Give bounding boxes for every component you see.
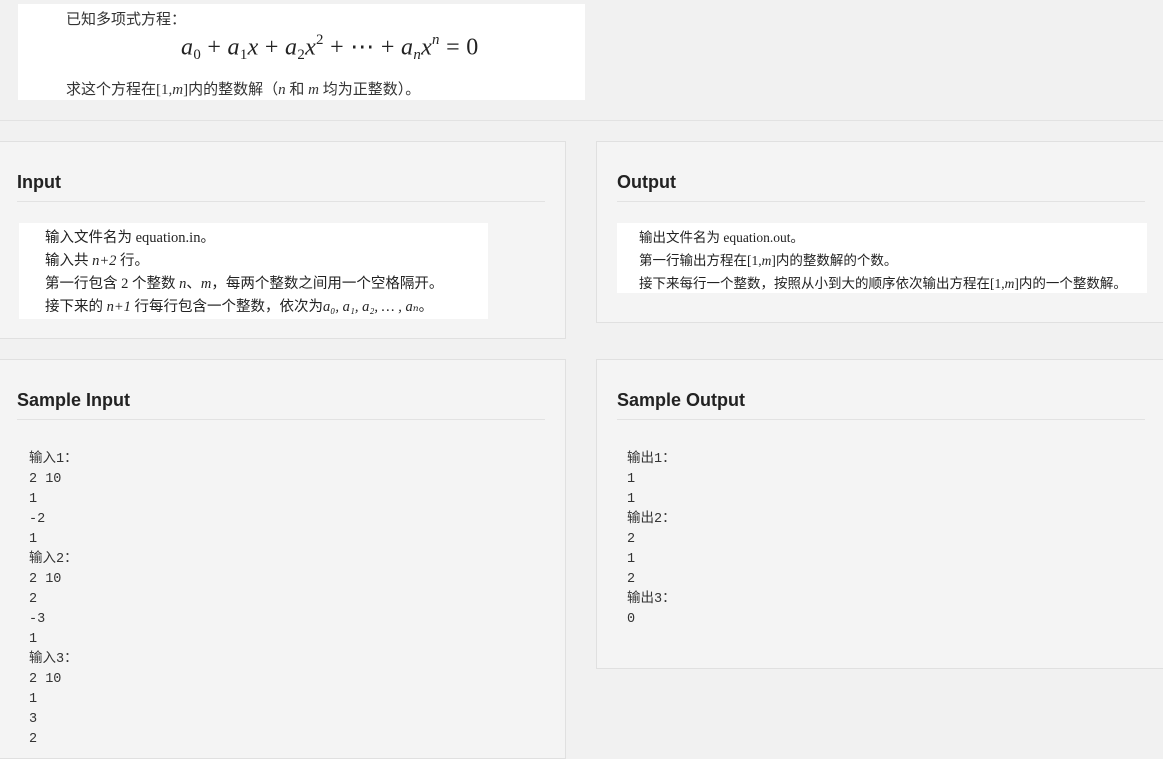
sample-input-text[interactable]: 输入1： 2 10 1 -2 1 输入2： 2 10 2 -3 1 输入3： 2… — [29, 450, 78, 750]
sample-input-panel: Sample Input 输入1： 2 10 1 -2 1 输入2： 2 10 … — [0, 359, 566, 759]
input-line-2: 输入共 n+2 行。 — [45, 253, 150, 269]
polynomial-formula: a0 + a1x + a2x2 + ⋯ + anxn = 0 — [181, 32, 479, 63]
output-panel-divider — [617, 201, 1145, 202]
input-description-image: 输入文件名为 equation.in。 输入共 n+2 行。 第一行包含 2 个… — [19, 223, 488, 319]
problem-description-section: 已知多项式方程： a0 + a1x + a2x2 + ⋯ + anxn = 0 … — [0, 0, 1163, 121]
output-panel: Output 输出文件名为 equation.out。 第一行输出方程在[1,m… — [596, 141, 1163, 323]
sample-output-title: Sample Output — [617, 390, 746, 410]
output-line-1: 输出文件名为 equation.out。 — [639, 230, 804, 245]
input-line-4: 接下来的 n+1 行每行包含一个整数，依次为a₀, a₁, a₂, … , aₙ… — [45, 299, 434, 315]
output-line-2: 第一行输出方程在[1,m]内的整数解的个数。 — [639, 253, 898, 268]
output-description-image: 输出文件名为 equation.out。 第一行输出方程在[1,m]内的整数解的… — [617, 223, 1147, 293]
input-panel: Input 输入文件名为 equation.in。 输入共 n+2 行。 第一行… — [0, 141, 566, 339]
description-intro-text: 已知多项式方程： — [66, 12, 187, 28]
output-line-3: 接下来每行一个整数，按照从小到大的顺序依次输出方程在[1,m]内的一个整数解。 — [639, 276, 1127, 291]
input-line-1: 输入文件名为 equation.in。 — [45, 230, 215, 246]
sample-output-divider — [617, 419, 1145, 420]
input-line-3: 第一行包含 2 个整数 n、m，每两个整数之间用一个空格隔开。 — [45, 276, 444, 292]
input-panel-title: Input — [17, 172, 61, 192]
sample-output-text[interactable]: 输出1： 1 1 输出2： 2 1 2 输出3： 0 — [627, 450, 676, 630]
input-panel-divider — [17, 201, 545, 202]
description-question-text: 求这个方程在[1,m]内的整数解（n 和 m 均为正整数）。 — [66, 82, 421, 98]
problem-description-image: 已知多项式方程： a0 + a1x + a2x2 + ⋯ + anxn = 0 … — [18, 4, 585, 100]
output-panel-title: Output — [617, 172, 676, 192]
sample-input-divider — [17, 419, 545, 420]
sample-input-title: Sample Input — [17, 390, 131, 410]
sample-output-panel: Sample Output 输出1： 1 1 输出2： 2 1 2 输出3： 0 — [596, 359, 1163, 669]
